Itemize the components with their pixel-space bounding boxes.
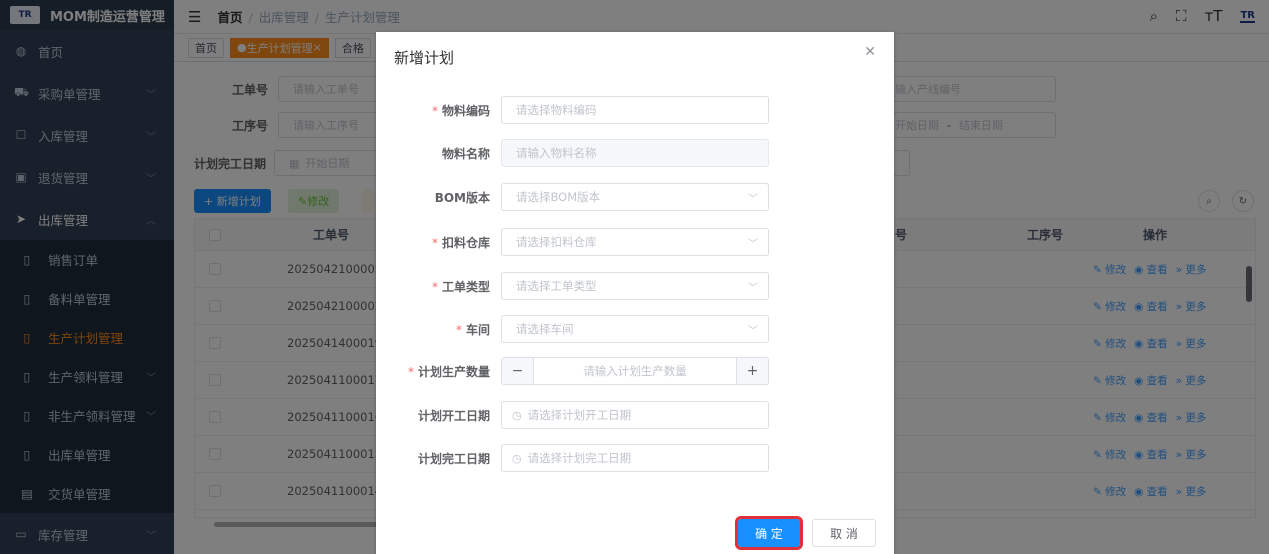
- order-type-select[interactable]: 请选择工单类型 ﹀: [501, 272, 769, 300]
- label-text: 物料编码: [441, 103, 490, 118]
- app-root: TR MOM制造运营管理 ◍ 首页 ⛟ 采购单管理 ﹀ ☐ 入库管理 ﹀ ▣ 退…: [0, 0, 1269, 554]
- field-material-name: 物料名称 请输入物料名称: [376, 139, 894, 167]
- select-placeholder: 请选择扣料仓库: [516, 235, 597, 249]
- field-plan-finish-date: 计划完工日期 ◷ 请选择计划完工日期: [376, 444, 894, 472]
- add-plan-dialog: 新增计划 ✕ * 物料编码 请选择物料编码 物料名称 请输入物料名称 BOM版本 …: [376, 32, 894, 554]
- bom-version-select[interactable]: 请选择BOM版本 ﹀: [501, 183, 769, 211]
- field-label: 计划开工日期: [417, 408, 490, 423]
- chevron-down-icon: ﹀: [748, 282, 758, 294]
- field-label: * 物料编码: [431, 103, 490, 118]
- label-text: 计划生产数量: [417, 364, 490, 379]
- field-label: * 车间: [455, 322, 490, 337]
- workshop-select[interactable]: 请选择车间 ﹀: [501, 315, 769, 343]
- field-plan-quantity: * 计划生产数量 − 请输入计划生产数量 +: [376, 357, 894, 385]
- field-material-code: * 物料编码 请选择物料编码: [376, 96, 894, 124]
- quantity-input[interactable]: 请输入计划生产数量: [534, 363, 736, 379]
- increase-button[interactable]: +: [736, 358, 768, 384]
- chevron-down-icon: ﹀: [748, 193, 758, 205]
- field-workshop: * 车间 请选择车间 ﹀: [376, 315, 894, 343]
- field-label: 计划完工日期: [417, 451, 490, 466]
- label-text: 扣料仓库: [441, 235, 490, 250]
- plan-finish-date-picker[interactable]: ◷ 请选择计划完工日期: [501, 444, 769, 472]
- field-warehouse: * 扣料仓库 请选择扣料仓库 ﹀: [376, 228, 894, 256]
- label-text: 工单类型: [441, 279, 490, 294]
- plan-start-date-picker[interactable]: ◷ 请选择计划开工日期: [501, 401, 769, 429]
- field-label: * 扣料仓库: [431, 235, 490, 250]
- close-icon[interactable]: ✕: [864, 44, 876, 60]
- decrease-button[interactable]: −: [502, 358, 534, 384]
- field-label: BOM版本: [434, 190, 490, 205]
- material-code-input[interactable]: 请选择物料编码: [501, 96, 769, 124]
- select-placeholder: 请选择BOM版本: [516, 190, 601, 204]
- chevron-down-icon: ﹀: [748, 325, 758, 337]
- material-name-input: 请输入物料名称: [501, 139, 769, 167]
- chevron-down-icon: ﹀: [748, 238, 758, 250]
- field-label: * 计划生产数量: [407, 364, 490, 379]
- quantity-stepper: − 请输入计划生产数量 +: [501, 357, 769, 385]
- select-placeholder: 请选择车间: [516, 322, 574, 336]
- field-plan-start-date: 计划开工日期 ◷ 请选择计划开工日期: [376, 401, 894, 429]
- date-placeholder: 请选择计划完工日期: [527, 451, 632, 465]
- confirm-button[interactable]: 确 定: [735, 516, 803, 550]
- warehouse-select[interactable]: 请选择扣料仓库 ﹀: [501, 228, 769, 256]
- label-text: 车间: [465, 322, 490, 337]
- clock-icon: ◷: [512, 451, 522, 465]
- cancel-button[interactable]: 取 消: [812, 519, 876, 547]
- field-label: 物料名称: [441, 146, 490, 161]
- date-placeholder: 请选择计划开工日期: [527, 408, 632, 422]
- dialog-title: 新增计划: [394, 49, 455, 67]
- field-bom-version: BOM版本 请选择BOM版本 ﹀: [376, 183, 894, 211]
- field-order-type: * 工单类型 请选择工单类型 ﹀: [376, 272, 894, 300]
- clock-icon: ◷: [512, 408, 522, 422]
- field-label: * 工单类型: [431, 279, 490, 294]
- dialog-footer: 确 定 取 消: [735, 516, 876, 550]
- select-placeholder: 请选择工单类型: [516, 279, 597, 293]
